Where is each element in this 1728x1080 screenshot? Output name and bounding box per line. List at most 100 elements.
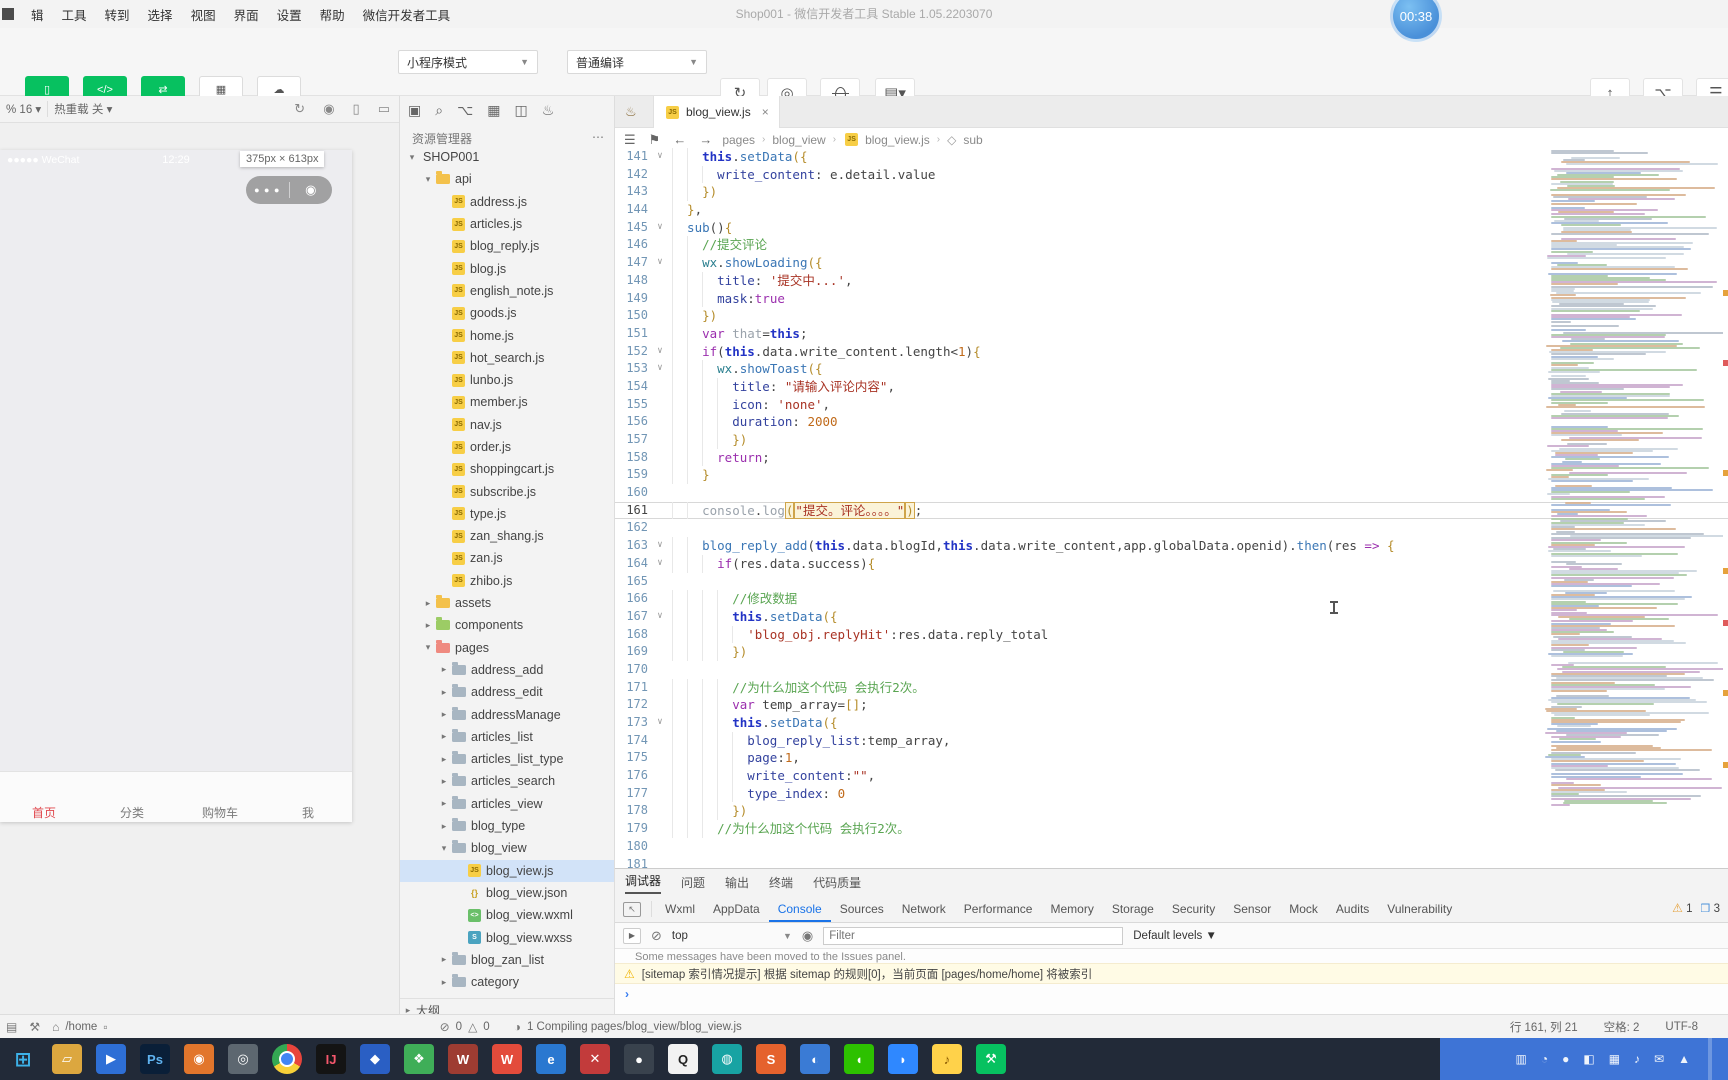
tree-item-category[interactable]: ▸category [400,971,614,993]
phone-tab-首页[interactable]: 首页 [0,772,88,822]
problem-counters[interactable]: ⊘0 △0 [434,1020,490,1034]
menu-item-帮助[interactable]: 帮助 [311,5,354,24]
clear-console-icon[interactable]: ⊘ [651,928,662,944]
tree-item-articles.js[interactable]: JSarticles.js [400,213,614,235]
tree-item-home.js[interactable]: JShome.js [400,324,614,346]
menu-item-设置[interactable]: 设置 [268,5,311,24]
warning-badge[interactable]: ⚠ 1 [1672,901,1692,915]
tree-expander[interactable]: ▾ [422,642,434,653]
tree-item-articles_view[interactable]: ▸articles_view [400,793,614,815]
project-path[interactable]: ⌂/home [46,1020,97,1034]
menu-item-视图[interactable]: 视图 [182,5,225,24]
tree-expander[interactable]: ▸ [438,687,450,698]
breadcrumb-part-blog_view.js[interactable]: blog_view.js [865,133,930,147]
tray-icon[interactable]: ◧ [1583,1052,1594,1066]
fold-arrow[interactable]: ∨ [648,360,672,378]
panel-tab-输出[interactable]: 输出 [725,874,749,891]
copy-icon[interactable]: ▫ [103,1020,107,1034]
system-tray[interactable]: ▥◔●◧▦♪✉▲ [1440,1038,1728,1080]
tree-expander[interactable]: ▸ [438,664,450,675]
cursor-position[interactable]: 行 161, 列 21 [1510,1019,1578,1035]
filter-input[interactable] [823,927,1123,945]
tree-item-hot_search.js[interactable]: JShot_search.js [400,347,614,369]
taskbar-icon-app-red[interactable]: ✕ [580,1044,610,1074]
terminal-icon[interactable]: ▤ [6,1020,17,1034]
tree-item-SHOP001[interactable]: ▾SHOP001 [400,146,614,168]
devtools-tab-Audits[interactable]: Audits [1327,896,1378,922]
panel-tab-终端[interactable]: 终端 [769,874,793,891]
tree-expander[interactable]: ▾ [406,152,418,163]
taskbar-icon-intellij-idea[interactable]: IJ [316,1044,346,1074]
phone-tab-我[interactable]: 我 [264,772,352,822]
phone-tab-购物车[interactable]: 购物车 [176,772,264,822]
fold-arrow[interactable]: ∨ [648,537,672,555]
devtools-tab-Memory[interactable]: Memory [1041,896,1102,922]
taskbar-icon-app-green[interactable]: ❖ [404,1044,434,1074]
tree-expander[interactable]: ▸ [438,776,450,787]
taskbar-icon-chrome[interactable] [272,1044,302,1074]
message-badge[interactable]: ❒ 3 [1701,902,1720,915]
breadcrumb-part-sub[interactable]: sub [963,133,982,147]
outline-menu-icon[interactable]: ☰ [621,132,639,148]
devtools-tab-Vulnerability[interactable]: Vulnerability [1378,896,1461,922]
fold-arrow[interactable]: ∨ [648,148,672,166]
menu-item-选择[interactable]: 选择 [139,5,182,24]
tree-item-address_add[interactable]: ▸address_add [400,659,614,681]
more-dots-icon[interactable]: ● ● ● [246,185,289,195]
wrench-icon[interactable]: ⚒ [29,1020,40,1034]
tree-expander[interactable]: ▸ [438,977,450,988]
eye-icon[interactable]: ◉ [802,928,813,944]
devtools-tab-Sources[interactable]: Sources [831,896,893,922]
tree-expander[interactable]: ▸ [438,798,450,809]
fold-arrow[interactable]: ∨ [648,254,672,272]
devtools-tab-Security[interactable]: Security [1163,896,1224,922]
tree-expander[interactable]: ▸ [438,821,450,832]
fold-arrow[interactable]: ∨ [648,608,672,626]
taskbar-icon-word-app[interactable]: W [448,1044,478,1074]
taskbar-icon-wps[interactable]: W [492,1044,522,1074]
panel-tab-问题[interactable]: 问题 [681,874,705,891]
outline-section[interactable]: ▸ 大纲 [400,998,614,1014]
menu-item-转到[interactable]: 转到 [96,5,139,24]
tree-item-articles_list_type[interactable]: ▸articles_list_type [400,748,614,770]
breadcrumb-part-blog_view[interactable]: blog_view [772,133,825,147]
taskbar-icon-dingtalk[interactable]: ◗ [888,1044,918,1074]
tree-expander[interactable]: ▸ [438,709,450,720]
tree-item-addressManage[interactable]: ▸addressManage [400,703,614,725]
sim-control-icon[interactable]: ◉ [314,101,343,117]
tree-expander[interactable]: ▾ [422,174,434,185]
tray-icon[interactable]: ◔ [1541,1052,1548,1066]
tree-item-subscribe.js[interactable]: JSsubscribe.js [400,480,614,502]
devtools-tab-Performance[interactable]: Performance [955,896,1042,922]
taskbar-icon-media-player[interactable]: ▶ [96,1044,126,1074]
devtools-tab-Wxml[interactable]: Wxml [656,896,704,922]
tree-expander[interactable]: ▾ [438,843,450,854]
back-icon[interactable]: ← [670,132,689,147]
tree-item-components[interactable]: ▸components [400,614,614,636]
devtools-tab-Network[interactable]: Network [893,896,955,922]
tree-item-blog_view.wxss[interactable]: Sblog_view.wxss [400,926,614,948]
menu-item-界面[interactable]: 界面 [225,5,268,24]
fold-arrow[interactable]: ∨ [648,219,672,237]
taskbar-icon-wechat[interactable]: ◖ [844,1044,874,1074]
panel-tab-代码质量[interactable]: 代码质量 [813,874,861,891]
tree-item-shoppingcart.js[interactable]: JSshoppingcart.js [400,458,614,480]
log-levels-select[interactable]: Default levels ▼ [1133,930,1217,942]
coffee-icon[interactable]: ♨ [625,104,637,120]
tree-item-blog_type[interactable]: ▸blog_type [400,815,614,837]
tree-item-nav.js[interactable]: JSnav.js [400,414,614,436]
tray-icon[interactable]: ● [1562,1052,1569,1066]
taskbar-icon-app-teal[interactable]: ◍ [712,1044,742,1074]
devtools-tab-Sensor[interactable]: Sensor [1224,896,1280,922]
sitemap-warning-row[interactable]: ⚠ [sitemap 索引情况提示] 根据 sitemap 的规则[0]，当前页… [615,963,1728,984]
tree-item-zan_shang.js[interactable]: JSzan_shang.js [400,525,614,547]
sim-control-icon[interactable]: ▯ [344,101,369,117]
forward-icon[interactable]: → [696,132,715,147]
tray-icon[interactable]: ▲ [1678,1052,1690,1066]
taskbar-icon-app-orange[interactable]: ◉ [184,1044,214,1074]
tree-item-articles_search[interactable]: ▸articles_search [400,770,614,792]
tree-item-blog_view.wxml[interactable]: <>blog_view.wxml [400,904,614,926]
breadcrumb-part-pages[interactable]: pages [722,133,755,147]
devtools-tab-Console[interactable]: Console [769,896,831,922]
devtools-tab-Storage[interactable]: Storage [1103,896,1163,922]
